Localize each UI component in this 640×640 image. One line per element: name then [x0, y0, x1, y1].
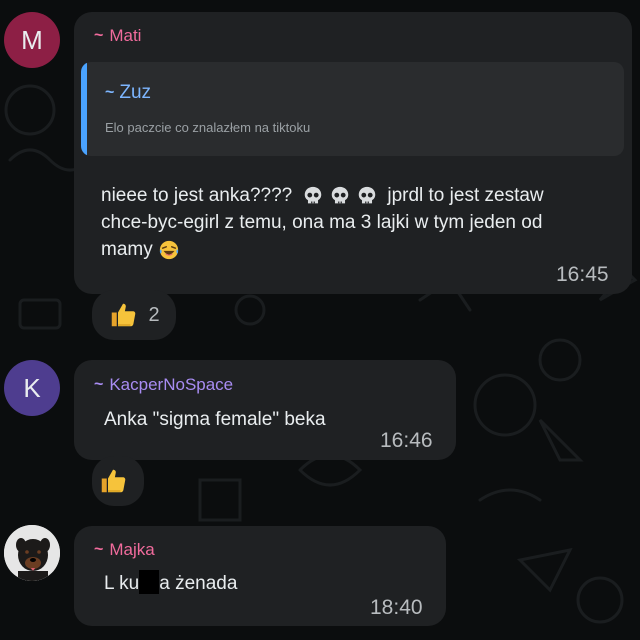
laughing-crying-icon [159, 240, 179, 260]
quoted-message[interactable]: ~ Zuz Elo paczcie co znalazłem na tiktok… [81, 62, 624, 156]
dog-photo [4, 525, 60, 581]
message-time: 18:40 [370, 596, 423, 619]
quote-sender: ~ Zuz [105, 82, 151, 104]
thumbs-up-icon [101, 469, 126, 493]
sender-name-kacper[interactable]: ~ KacperNoSpace [94, 375, 233, 395]
message-text-kacper: Anka "sigma female" beka [104, 409, 326, 430]
quote-bar [81, 62, 87, 156]
message-line-2: chce-byc-egirl z temu, ona ma 3 lajki w … [101, 212, 543, 233]
censor-bar [139, 569, 160, 594]
skull-icon [358, 186, 376, 204]
tilde-icon: ~ [94, 27, 104, 44]
sender-name-mati[interactable]: ~ Mati [94, 26, 141, 46]
message-text-suffix: a żenada [159, 573, 238, 594]
reaction-chip[interactable]: 2 [92, 290, 176, 340]
skull-emoji-group [302, 185, 384, 206]
skull-icon [304, 186, 321, 204]
sender-label: KacperNoSpace [109, 375, 234, 394]
sender-name-majka[interactable]: ~ Majka [94, 540, 155, 560]
message-line-3: mamy [101, 236, 621, 263]
avatar-kacper[interactable]: K [4, 360, 60, 416]
thumbs-up-icon [112, 303, 136, 327]
message-text-majka: L ku a żenada [104, 569, 238, 597]
message-time: 16:46 [380, 429, 433, 452]
avatar-mati[interactable]: M [4, 12, 60, 68]
message-text-mati: nieee to jest anka???? jprdl to jest zes… [101, 182, 621, 263]
message-line-1-start: nieee to jest anka???? [101, 185, 293, 206]
avatar-majka[interactable] [4, 525, 60, 581]
quote-text: Elo paczcie co znalazłem na tiktoku [105, 120, 311, 135]
sender-label: Mati [109, 26, 142, 45]
message-line-3-text: mamy [101, 239, 153, 260]
quote-sender-label: Zuz [119, 82, 152, 103]
sender-label: Majka [109, 540, 155, 559]
reaction-count: 2 [148, 303, 160, 326]
message-line-1-end: jprdl to jest zestaw [387, 185, 544, 206]
avatar-letter: M [21, 24, 43, 55]
tilde-icon: ~ [94, 541, 104, 558]
avatar-letter: K [23, 372, 41, 403]
skull-icon [331, 186, 349, 204]
message-time: 16:45 [556, 263, 609, 286]
tilde-icon: ~ [94, 376, 104, 393]
message-text-prefix: L ku [104, 573, 140, 594]
tilde-icon: ~ [105, 84, 115, 101]
message-line-1: nieee to jest anka???? jprdl to jest zes… [101, 182, 621, 209]
reaction-chip[interactable] [92, 456, 144, 506]
